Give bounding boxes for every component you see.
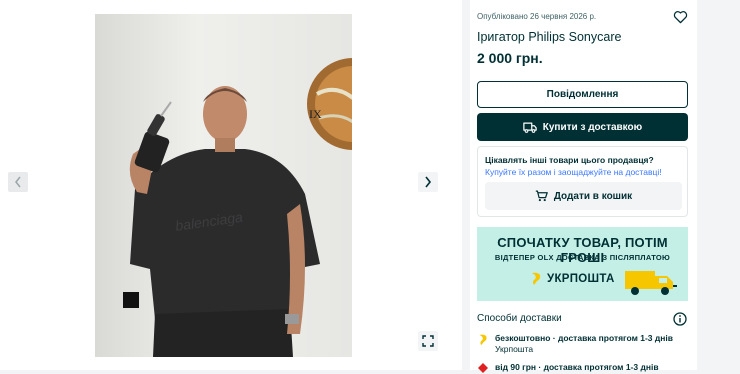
buy-with-delivery-button[interactable]: Купити з доставкою bbox=[477, 113, 688, 141]
expand-button[interactable] bbox=[418, 331, 438, 351]
listing-price: 2 000 грн. bbox=[477, 50, 543, 66]
delivery-option-title: від 90 грн · доставка протягом 1-3 днів bbox=[495, 362, 659, 372]
carrier-icon bbox=[478, 363, 488, 373]
ukrposhta-icon bbox=[479, 334, 487, 346]
add-to-cart-button[interactable]: Додати в кошик bbox=[485, 182, 682, 210]
listing-panel: Опубліковано 26 червня 2026 р. Іригатор … bbox=[470, 0, 697, 373]
listing-title: Іригатор Philips Sonycare bbox=[477, 30, 622, 44]
delivery-info-button[interactable] bbox=[673, 312, 687, 331]
seller-promo-question: Цікавлять інші товари цього продавця? bbox=[485, 155, 654, 165]
promo-banner[interactable]: СПОЧАТКУ ТОВАР, ПОТІМ ГРОШІ ВІДТЕПЕР OLX… bbox=[477, 227, 688, 301]
truck-icon bbox=[523, 122, 537, 133]
gallery-prev-button[interactable] bbox=[8, 172, 28, 192]
heart-icon bbox=[673, 11, 687, 24]
delivery-option: безкоштовно · доставка протягом 1-3 днів… bbox=[477, 333, 673, 355]
product-photo[interactable]: IX balenciaga bbox=[95, 14, 352, 357]
banner-subline: ВІДТЕПЕР OLX ДОСТАВКА З ПІСЛЯПЛАТОЮ bbox=[494, 253, 671, 262]
favorite-button[interactable] bbox=[671, 8, 689, 26]
cart-icon bbox=[535, 190, 548, 202]
svg-text:IX: IX bbox=[309, 107, 322, 121]
seller-promo-text: Цікавлять інші товари цього продавця? Ку… bbox=[485, 154, 685, 178]
buy-button-label: Купити з доставкою bbox=[542, 121, 643, 133]
expand-icon bbox=[422, 335, 434, 347]
gallery-next-button[interactable] bbox=[418, 172, 438, 192]
delivery-option-carrier: Укрпошта bbox=[495, 344, 534, 354]
delivery-option-title: безкоштовно · доставка протягом 1-3 днів bbox=[495, 333, 673, 343]
message-button[interactable]: Повідомлення bbox=[477, 81, 688, 108]
page-background-strip bbox=[697, 0, 740, 370]
delivery-section-title: Способи доставки bbox=[477, 313, 562, 324]
message-button-label: Повідомлення bbox=[546, 89, 619, 100]
add-to-cart-label: Додати в кошик bbox=[553, 190, 633, 202]
ukrposhta-logo: УКРПОШТА bbox=[529, 272, 615, 286]
chevron-left-icon bbox=[15, 176, 21, 188]
photo-gallery: IX balenciaga bbox=[0, 0, 462, 370]
delivery-truck-illustration bbox=[625, 271, 677, 295]
seller-promo-link[interactable]: Купуйте їх разом і заощаджуйте на достав… bbox=[485, 167, 662, 177]
delivery-option: від 90 грн · доставка протягом 1-3 днів bbox=[477, 362, 659, 374]
seller-promo-box: Цікавлять інші товари цього продавця? Ку… bbox=[477, 146, 688, 217]
ukrposhta-logo-icon bbox=[532, 272, 541, 285]
product-photo-image: IX balenciaga bbox=[95, 14, 352, 357]
info-icon bbox=[673, 312, 687, 326]
published-date: Опубліковано 26 червня 2026 р. bbox=[477, 12, 597, 21]
ukrposhta-brand: УКРПОШТА bbox=[547, 273, 615, 285]
chevron-right-icon bbox=[425, 176, 432, 188]
